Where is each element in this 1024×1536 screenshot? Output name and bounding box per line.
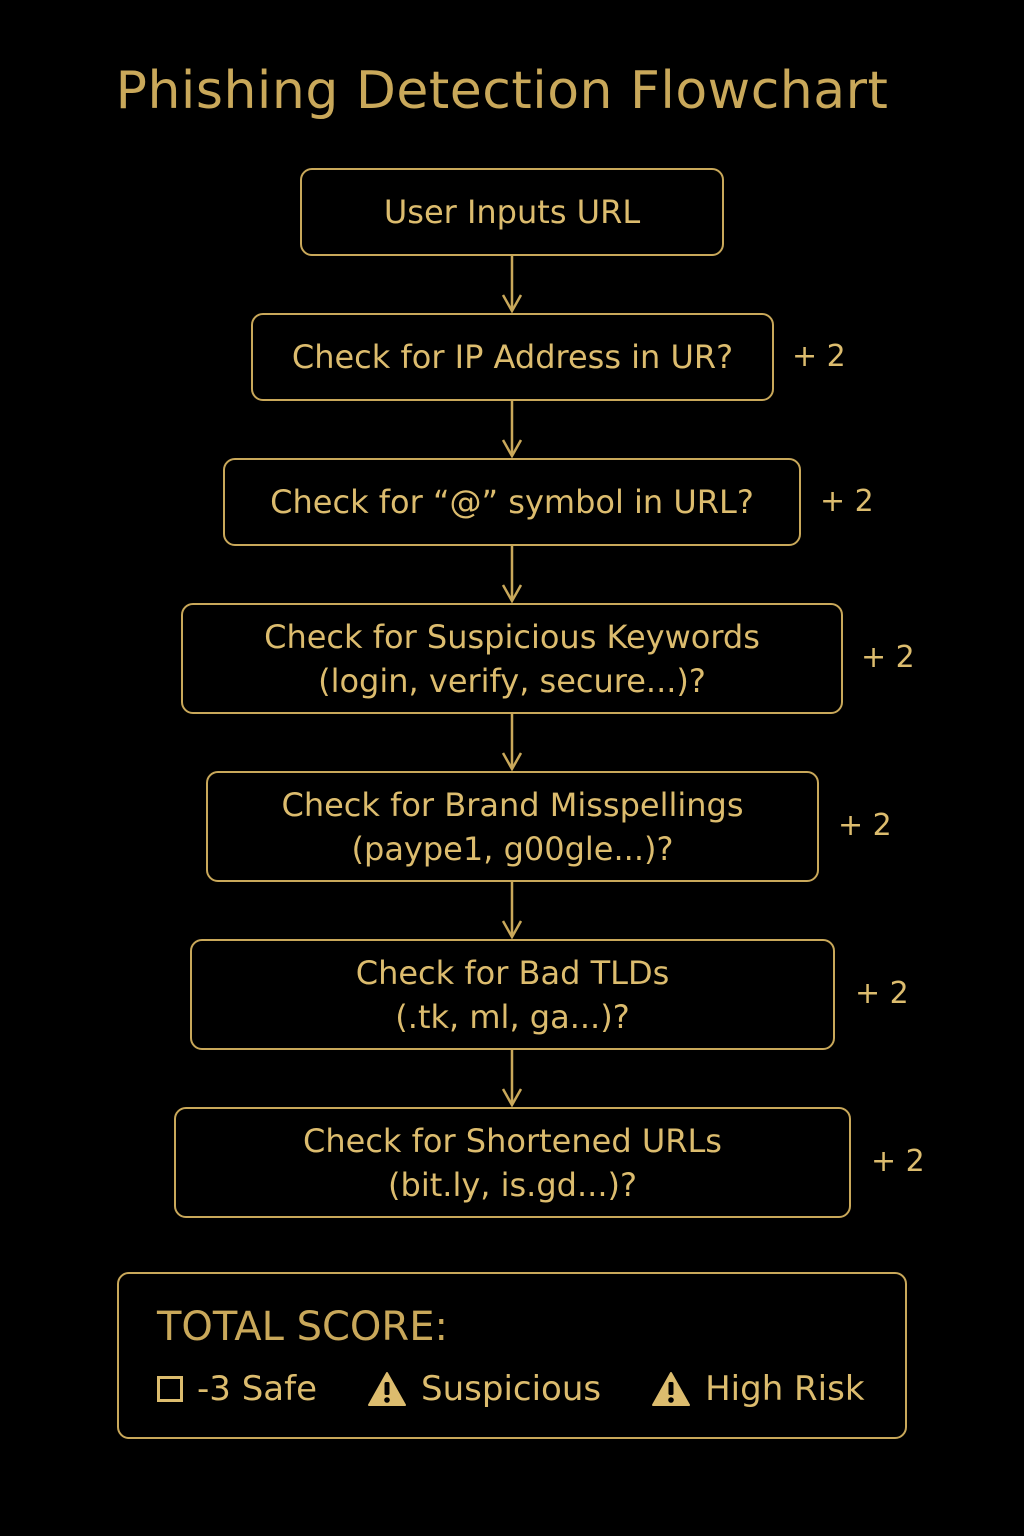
step-text: User Inputs URL bbox=[383, 193, 641, 231]
legend-item-suspicious: Suspicious bbox=[367, 1366, 601, 1412]
step-text-line-1: Check for Shortened URLs bbox=[303, 1121, 722, 1160]
step-score: + 2 bbox=[820, 484, 874, 519]
step-check-brand-misspellings: Check for Brand Misspellings (paype1, g0… bbox=[206, 771, 819, 882]
step-check-bad-tlds: Check for Bad TLDs (.tk, ml, ga...)? bbox=[190, 939, 835, 1050]
total-score-label: TOTAL SCORE: bbox=[157, 1304, 448, 1350]
legend-label: -3 Safe bbox=[197, 1369, 318, 1409]
legend-label: High Risk bbox=[705, 1369, 865, 1409]
warning-icon bbox=[652, 1372, 691, 1406]
step-text-line-2: (.tk, ml, ga...)? bbox=[395, 997, 630, 1036]
step-text-line-2: (bit.ly, is.gd...)? bbox=[388, 1165, 637, 1204]
step-text-line-2: (paype1, g00gle...)? bbox=[351, 829, 674, 868]
step-score: + 2 bbox=[855, 976, 909, 1011]
step-score: + 2 bbox=[871, 1144, 925, 1179]
step-text: Check for IP Address in UR? bbox=[291, 338, 734, 376]
legend-item-safe: -3 Safe bbox=[157, 1366, 317, 1412]
step-text-line-1: Check for Suspicious Keywords bbox=[264, 617, 760, 656]
step-check-at-symbol: Check for “@” symbol in URL? bbox=[223, 458, 801, 546]
step-text-line-1: Check for Brand Misspellings bbox=[281, 785, 744, 824]
step-score: + 2 bbox=[838, 808, 892, 843]
score-legend: -3 Safe Suspicious High Risk bbox=[157, 1366, 865, 1412]
legend-item-high-risk: High Risk bbox=[651, 1366, 865, 1412]
total-score-panel: TOTAL SCORE: -3 Safe Suspicious High Ris… bbox=[117, 1272, 907, 1439]
step-check-ip-address: Check for IP Address in UR? bbox=[251, 313, 774, 401]
warning-icon bbox=[368, 1372, 407, 1406]
step-user-inputs-url: User Inputs URL bbox=[300, 168, 724, 256]
step-text-line-2: (login, verify, secure...)? bbox=[318, 661, 706, 700]
step-text-line-1: Check for Bad TLDs bbox=[355, 953, 670, 992]
step-score: + 2 bbox=[792, 339, 846, 374]
step-check-shortened-urls: Check for Shortened URLs (bit.ly, is.gd.… bbox=[174, 1107, 851, 1218]
step-check-suspicious-keywords: Check for Suspicious Keywords (login, ve… bbox=[181, 603, 843, 714]
step-text: Check for “@” symbol in URL? bbox=[270, 483, 754, 521]
step-score: + 2 bbox=[861, 640, 915, 675]
legend-label: Suspicious bbox=[421, 1369, 602, 1409]
checkbox-icon bbox=[157, 1376, 183, 1402]
